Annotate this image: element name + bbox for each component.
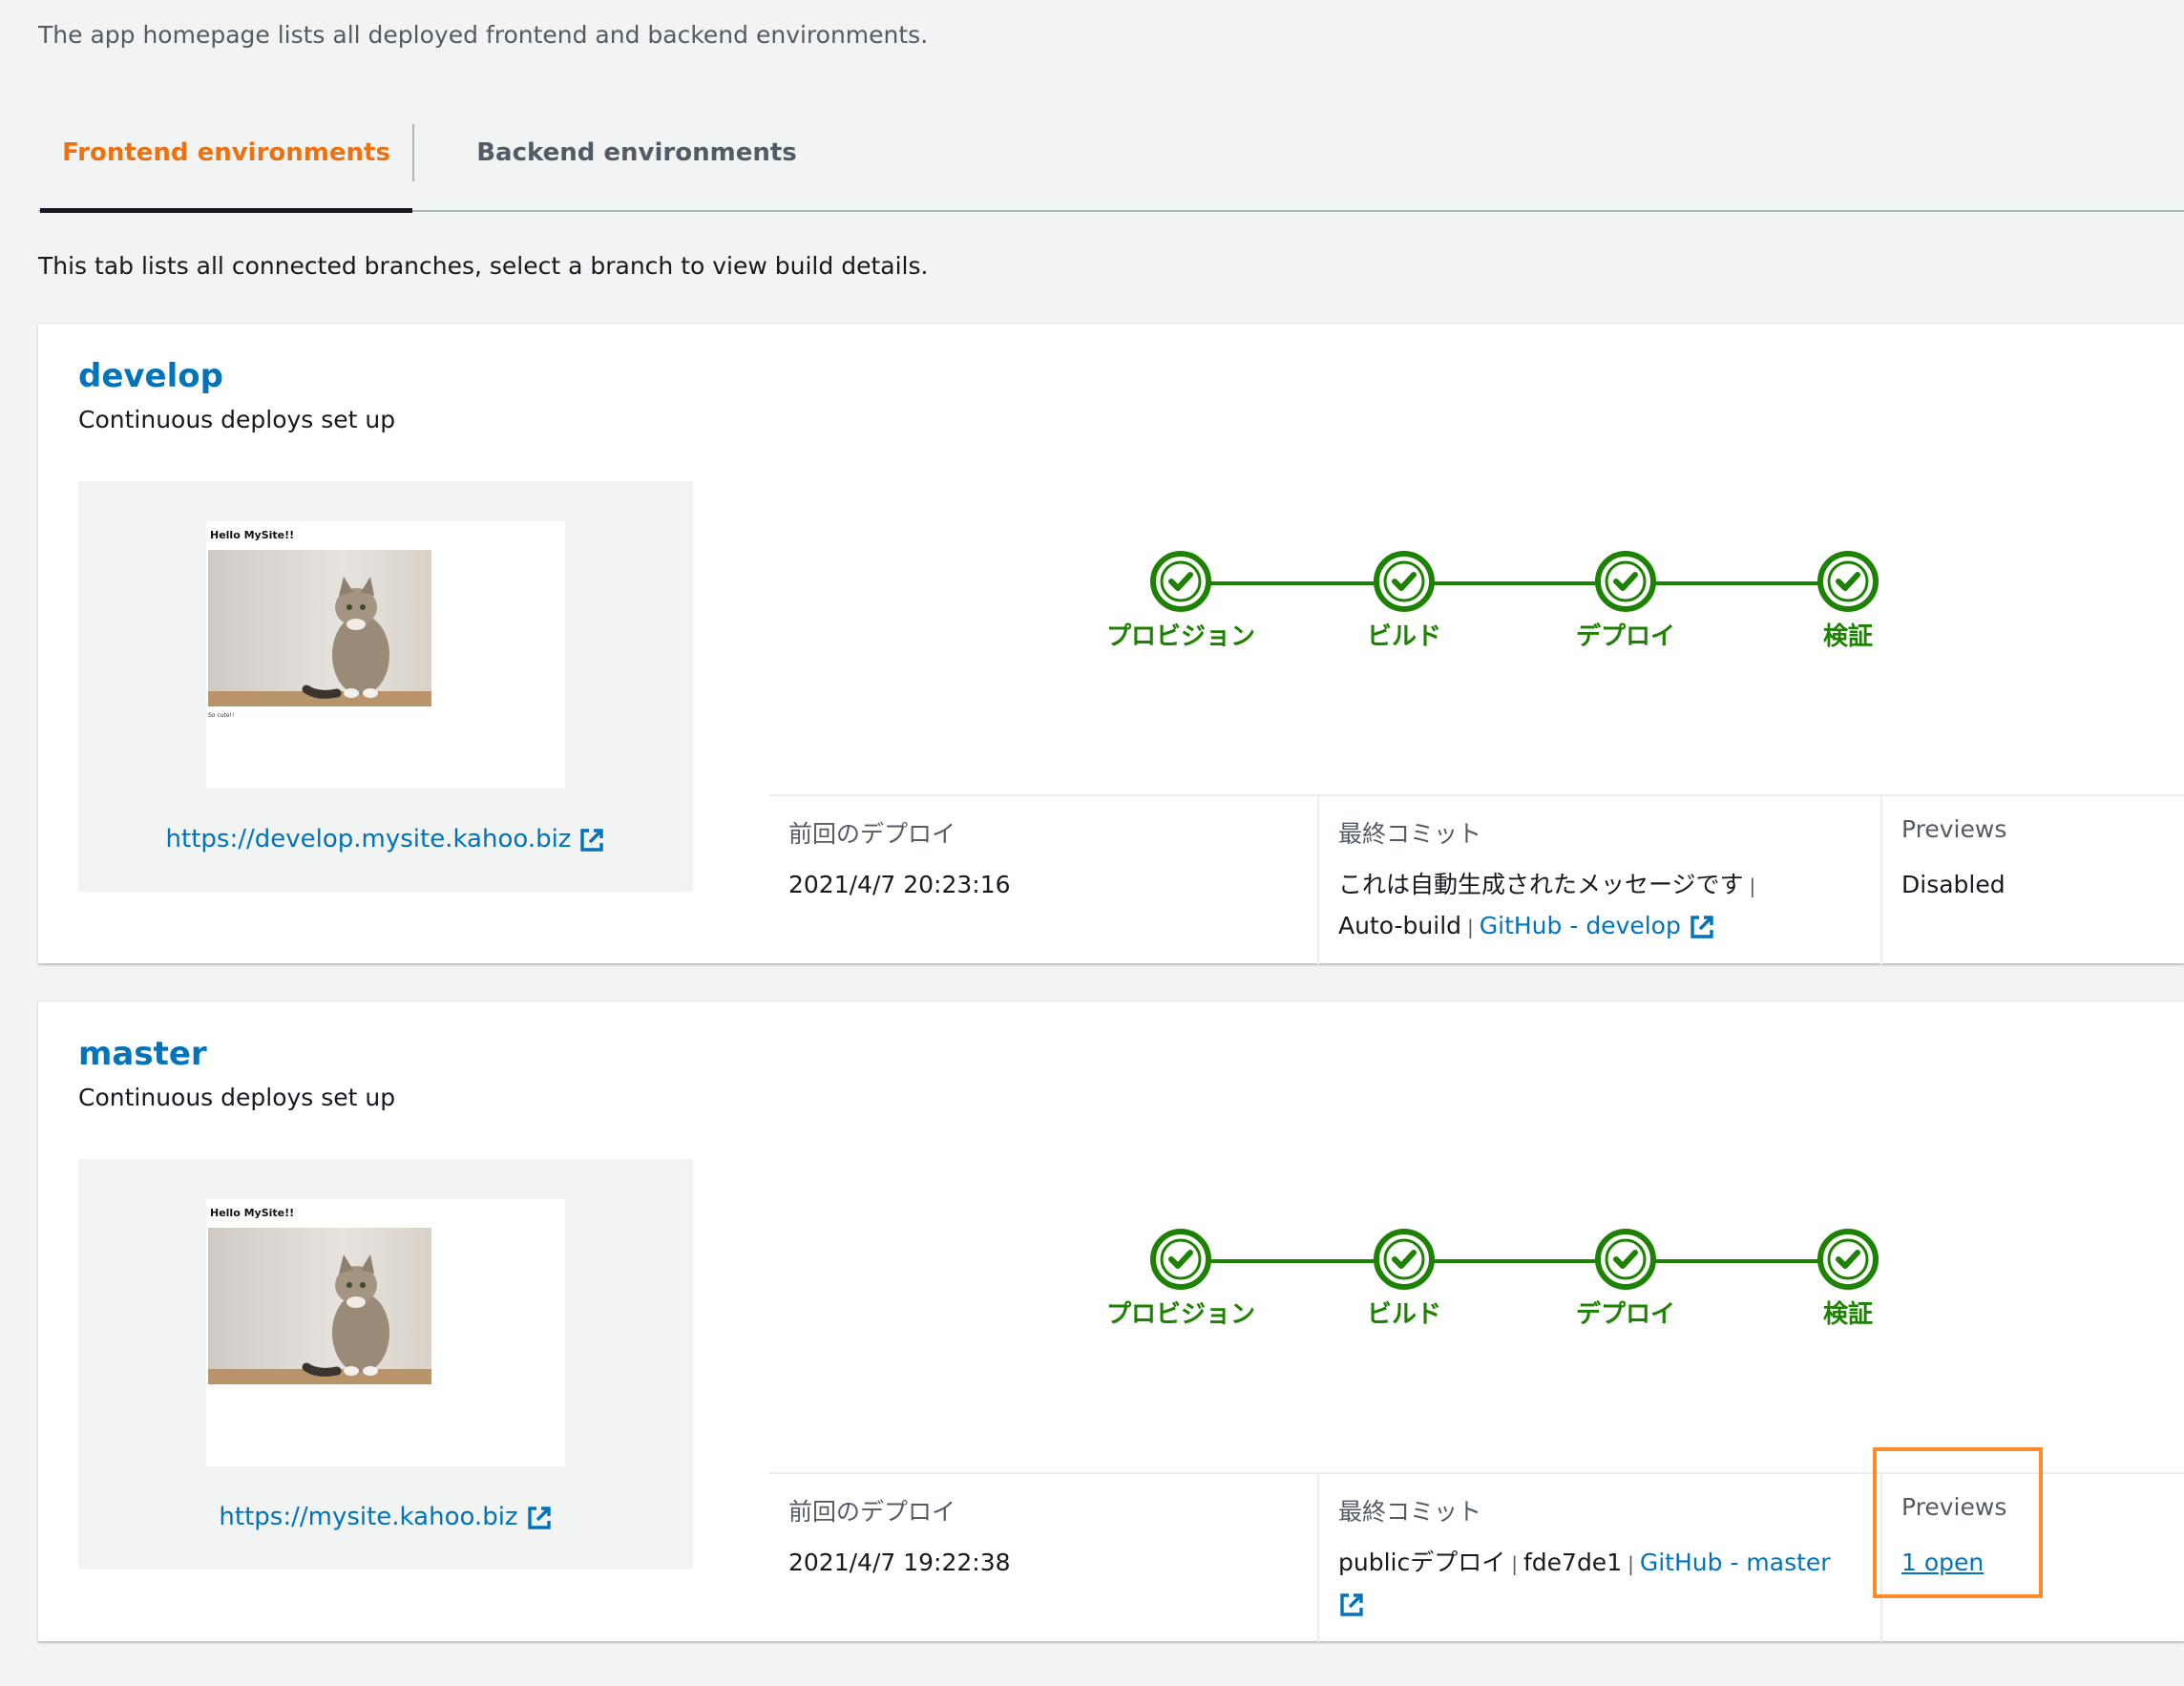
tab-divider xyxy=(412,124,414,181)
last-deploy-value: 2021/4/7 20:23:16 xyxy=(788,871,1011,898)
commit-id: Auto-build xyxy=(1338,912,1462,939)
last-deploy-label: 前回のデプロイ xyxy=(788,1498,956,1526)
intro-text: The app homepage lists all deployed fron… xyxy=(38,21,929,49)
last-commit-label: 最終コミット xyxy=(1338,820,1482,848)
tab-frontend-environments[interactable]: Frontend environments xyxy=(40,103,412,213)
repo-link[interactable]: GitHub - develop xyxy=(1480,912,1715,939)
cat-photo xyxy=(208,550,431,706)
deploy-info: 前回のデプロイ 2021/4/7 20:23:16 最終コミット これは自動生成… xyxy=(769,794,2184,964)
repo-link-text: GitHub - master xyxy=(1639,1549,1831,1576)
stage-deploy: デプロイ xyxy=(1530,551,1721,652)
stage-label: ビルド xyxy=(1366,1300,1441,1329)
thumbnail-caption: So cute!! xyxy=(208,712,235,719)
previews-column: Previews Disabled xyxy=(1880,796,2184,964)
last-deploy-column: 前回のデプロイ 2021/4/7 20:23:16 xyxy=(769,796,1313,964)
last-deploy-label: 前回のデプロイ xyxy=(788,820,956,848)
last-deploy-column: 前回のデプロイ 2021/4/7 19:22:38 xyxy=(769,1474,1313,1642)
stage-label: 検証 xyxy=(1822,1300,1873,1329)
stage-provision: プロビジョン xyxy=(1085,551,1276,652)
external-link-icon xyxy=(1690,916,1713,938)
site-thumbnail[interactable]: Hello MySite!! xyxy=(206,1199,565,1466)
last-commit-value: publicデプロイ | fde7de1 | GitHub - master xyxy=(1338,1543,1873,1624)
last-commit-label: 最終コミット xyxy=(1338,1498,1482,1526)
check-circle-icon xyxy=(1595,1229,1656,1290)
deploy-pipeline: プロビジョン ビルド デプロイ 検証 xyxy=(1106,551,2005,686)
check-circle-icon xyxy=(1595,551,1656,612)
site-url-text: https://mysite.kahoo.biz xyxy=(219,1503,518,1531)
separator: | xyxy=(1467,916,1474,938)
separator: | xyxy=(1511,1552,1518,1575)
stage-build: ビルド xyxy=(1309,551,1500,652)
stage-label: 検証 xyxy=(1822,622,1873,651)
branch-card-master: master Continuous deploys set up Hello M… xyxy=(38,1001,2184,1642)
repo-link-text: GitHub - develop xyxy=(1479,912,1681,939)
cat-photo xyxy=(208,1228,431,1384)
site-preview-panel: Hello MySite!! https://mysite.kahoo.biz xyxy=(78,1159,693,1570)
separator: | xyxy=(1628,1552,1634,1575)
stage-verify: 検証 xyxy=(1753,1229,1943,1330)
external-link-icon xyxy=(1340,1593,1363,1616)
check-circle-icon xyxy=(1150,551,1211,612)
deploy-pipeline: プロビジョン ビルド デプロイ 検証 xyxy=(1106,1229,2005,1364)
commit-id: fde7de1 xyxy=(1522,1549,1623,1576)
tab-description: This tab lists all connected branches, s… xyxy=(38,252,929,280)
last-deploy-value: 2021/4/7 19:22:38 xyxy=(788,1549,1011,1576)
branch-card-develop: develop Continuous deploys set up Hello … xyxy=(38,323,2184,964)
site-thumbnail[interactable]: Hello MySite!! So cute!! xyxy=(206,521,565,789)
thumbnail-title: Hello MySite!! xyxy=(210,1207,295,1219)
stage-verify: 検証 xyxy=(1753,551,1943,652)
thumbnail-title: Hello MySite!! xyxy=(210,529,295,541)
site-url-link[interactable]: https://develop.mysite.kahoo.biz xyxy=(78,825,693,854)
stage-label: デプロイ xyxy=(1575,622,1675,651)
tab-backend-environments[interactable]: Backend environments xyxy=(451,103,823,208)
previews-label: Previews xyxy=(1901,815,2007,843)
site-url-link[interactable]: https://mysite.kahoo.biz xyxy=(78,1503,693,1531)
check-circle-icon xyxy=(1817,1229,1879,1290)
previews-value: Disabled xyxy=(1901,871,2006,898)
last-commit-column: 最終コミット これは自動生成されたメッセージです | Auto-build | GitH… xyxy=(1317,796,1879,964)
commit-message: publicデプロイ xyxy=(1338,1549,1506,1576)
last-commit-value: これは自動生成されたメッセージです | Auto-build | GitHub - de… xyxy=(1338,865,1873,947)
branch-status: Continuous deploys set up xyxy=(78,1084,396,1111)
check-circle-icon xyxy=(1374,551,1435,612)
branch-status: Continuous deploys set up xyxy=(78,406,396,433)
stage-build: ビルド xyxy=(1309,1229,1500,1330)
stage-label: ビルド xyxy=(1366,622,1441,651)
check-circle-icon xyxy=(1374,1229,1435,1290)
stage-label: プロビジョン xyxy=(1105,622,1255,651)
stage-label: デプロイ xyxy=(1575,1300,1675,1329)
stage-provision: プロビジョン xyxy=(1085,1229,1276,1330)
commit-message: これは自動生成されたメッセージです xyxy=(1338,871,1744,898)
check-circle-icon xyxy=(1150,1229,1211,1290)
external-link-icon xyxy=(580,828,604,852)
previews-highlight-box xyxy=(1873,1447,2043,1598)
external-link-icon xyxy=(527,1506,551,1529)
site-url-text: https://develop.mysite.kahoo.biz xyxy=(165,825,572,854)
stage-deploy: デプロイ xyxy=(1530,1229,1721,1330)
branch-name-link[interactable]: develop xyxy=(78,357,223,395)
check-circle-icon xyxy=(1817,551,1879,612)
site-preview-panel: Hello MySite!! So cute!! https://develop… xyxy=(78,481,693,892)
separator: | xyxy=(1749,875,1756,897)
stage-label: プロビジョン xyxy=(1105,1300,1255,1329)
branch-name-link[interactable]: master xyxy=(78,1035,207,1073)
last-commit-column: 最終コミット publicデプロイ | fde7de1 | GitHub - maste… xyxy=(1317,1474,1879,1642)
environment-tabs: Frontend environments Backend environmen… xyxy=(38,103,2184,213)
